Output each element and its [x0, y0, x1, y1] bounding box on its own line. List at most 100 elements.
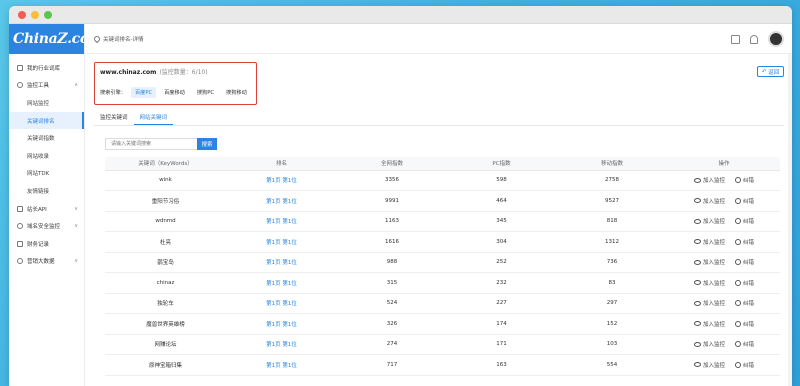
sidebar-item[interactable]: 关键词指数	[9, 129, 84, 147]
actions-cell: 加入监控 纠错	[668, 354, 780, 376]
rank-cell[interactable]: 第1页 第1位	[226, 170, 337, 191]
bell-icon[interactable]	[750, 34, 758, 44]
table-header-row: 关键词（KeyWords） 排名 全网指数 PC指数 移动指数 操作	[105, 157, 780, 171]
sidebar-item[interactable]: 站长API ∨	[9, 200, 84, 218]
column-header: 移动指数	[556, 157, 668, 171]
engine-option[interactable]: 百度PC	[130, 87, 157, 98]
sidebar-item[interactable]: 网站收录	[9, 147, 84, 165]
row-actions: 加入监控 纠错	[668, 197, 780, 205]
add-monitor-button[interactable]: 加入监控	[693, 279, 725, 287]
tab-keywords[interactable]: 监控关键词	[94, 109, 134, 125]
minimize-window-button[interactable]	[31, 10, 39, 19]
engine-option[interactable]: 搜狗PC	[193, 87, 218, 98]
chevron-icon: ∨	[74, 223, 78, 230]
back-button[interactable]: ↶ 返回	[757, 66, 784, 77]
rank-cell[interactable]: 第1页 第1位	[226, 190, 337, 212]
row-actions: 加入监控 纠错	[668, 320, 780, 328]
rank-cell[interactable]: 第1页 第1位	[226, 211, 337, 232]
correct-button[interactable]: 纠错	[735, 279, 754, 287]
chevron-icon: ∨	[74, 258, 78, 265]
correct-button[interactable]: 纠错	[735, 238, 754, 246]
correct-button[interactable]: 纠错	[735, 340, 754, 348]
avatar[interactable]	[768, 31, 784, 47]
add-monitor-button[interactable]: 加入监控	[693, 258, 725, 266]
mobile-index-cell: 9527	[556, 190, 668, 212]
message-icon[interactable]	[731, 34, 740, 44]
row-actions: 加入监控 纠错	[668, 217, 780, 225]
add-monitor-button[interactable]: 加入监控	[693, 238, 725, 246]
engine-option[interactable]: 搜狗移动	[222, 87, 251, 98]
book-icon	[17, 64, 23, 71]
sidebar-item[interactable]: 网站监控	[9, 94, 84, 112]
keyword-cell: wdnmd	[105, 211, 226, 232]
correct-button[interactable]: 纠错	[735, 176, 754, 184]
back-icon: ↶	[761, 68, 767, 75]
monitor-icon	[17, 82, 23, 89]
correct-label: 纠错	[743, 362, 755, 369]
actions-cell: 加入监控 纠错	[668, 313, 780, 335]
search-button[interactable]: 搜索	[197, 138, 217, 150]
add-monitor-button[interactable]: 加入监控	[693, 217, 725, 225]
correct-button[interactable]: 纠错	[735, 299, 754, 307]
pc-index-cell: 227	[447, 293, 556, 314]
add-monitor-button[interactable]: 加入监控	[693, 361, 725, 369]
sidebar-item[interactable]: 关键词排名	[9, 111, 84, 130]
keyword-tabs: 监控关键词 网站关键词	[94, 109, 784, 126]
maximize-window-button[interactable]	[44, 10, 52, 19]
tab-keywords[interactable]: 网站关键词	[133, 109, 174, 125]
table-row: wdnmd 第1页 第1位 1163 345 818 加入监控 纠错	[105, 211, 780, 232]
actions-cell: 加入监控 纠错	[668, 231, 780, 253]
row-actions: 加入监控 纠错	[668, 238, 780, 246]
rank-cell[interactable]: 第1页 第1位	[226, 354, 337, 376]
add-monitor-label: 加入监控	[702, 239, 725, 246]
add-monitor-button[interactable]: 加入监控	[693, 299, 725, 307]
sidebar-item[interactable]: 友情链接	[9, 182, 84, 200]
table-row: 重阳节习俗 第1页 第1位 9991 464 9527 加入监控 纠错	[105, 190, 780, 212]
rank-cell[interactable]: 第1页 第1位	[226, 334, 337, 355]
close-window-button[interactable]	[18, 10, 26, 19]
pc-index-cell: 163	[447, 354, 556, 376]
add-monitor-button[interactable]: 加入监控	[693, 340, 725, 348]
monitor-count: (监控数量：6/10)	[159, 69, 208, 76]
row-actions: 加入监控 纠错	[668, 176, 780, 184]
correct-button[interactable]: 纠错	[735, 217, 754, 225]
rank-cell[interactable]: 第1页 第1位	[226, 293, 337, 314]
correct-button[interactable]: 纠错	[735, 197, 754, 205]
correct-button[interactable]: 纠错	[735, 320, 754, 328]
keyword-cell: 魔兽世界英雄榜	[105, 313, 226, 335]
table-row: 原神宝箱归集 第1页 第1位 717 163 554 加入监控 纠错	[105, 354, 780, 376]
correct-button[interactable]: 纠错	[735, 258, 754, 266]
add-monitor-button[interactable]: 加入监控	[693, 320, 725, 328]
plus-circle-icon	[735, 341, 741, 348]
add-monitor-button[interactable]: 加入监控	[693, 197, 725, 205]
correct-label: 纠错	[743, 219, 755, 226]
rank-cell[interactable]: 第1页 第1位	[226, 252, 337, 273]
correct-label: 纠错	[743, 301, 755, 308]
plus-circle-icon	[735, 361, 741, 368]
all-index-cell: 326	[337, 313, 447, 335]
plus-circle-icon	[735, 218, 741, 225]
correct-label: 纠错	[743, 178, 755, 185]
all-index-cell: 274	[337, 334, 447, 355]
rank-cell[interactable]: 第1页 第1位	[226, 231, 337, 253]
add-monitor-button[interactable]: 加入监控	[693, 176, 725, 184]
engine-option[interactable]: 百度移动	[160, 87, 189, 98]
sidebar-item[interactable]: 域名安全监控 ∨	[9, 217, 84, 235]
sidebar-item[interactable]: 网站TDK	[9, 165, 84, 183]
correct-button[interactable]: 纠错	[735, 361, 754, 369]
sidebar-item[interactable]: 营销大数据 ∨	[9, 253, 84, 271]
pc-index-cell: 598	[447, 170, 556, 191]
column-header: 操作	[668, 157, 780, 171]
sidebar-item[interactable]: 财务记录	[9, 235, 84, 253]
scrollbar[interactable]	[788, 54, 792, 386]
sidebar-item[interactable]: 我的行业词库	[9, 59, 84, 77]
sidebar-item-label: 我的行业词库	[27, 65, 61, 72]
add-monitor-label: 加入监控	[702, 362, 725, 369]
search-input[interactable]	[105, 138, 197, 150]
sidebar-item[interactable]: 监控工具 ∧	[9, 77, 84, 95]
rank-cell[interactable]: 第1页 第1位	[226, 272, 337, 294]
pc-index-cell: 252	[447, 252, 556, 273]
row-actions: 加入监控 纠错	[668, 340, 780, 348]
logo[interactable]: ChinaZ.com	[9, 24, 104, 54]
rank-cell[interactable]: 第1页 第1位	[226, 313, 337, 335]
